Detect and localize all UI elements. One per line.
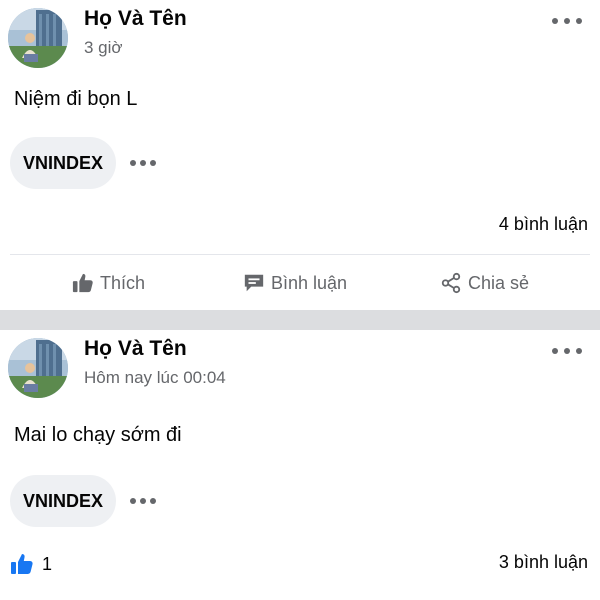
tag-row: VNINDEX <box>10 137 157 189</box>
post-text: Mai lo chạy sớm đi <box>14 424 182 446</box>
dot <box>150 498 157 504</box>
thumbs-up-icon <box>72 273 93 293</box>
dot <box>150 160 157 166</box>
comment-icon <box>244 274 264 292</box>
post: Họ Và Tên 3 giờ Niệm đi bọn L VNINDEX 4 … <box>0 0 600 310</box>
post-time[interactable]: Hôm nay lúc 00:04 <box>84 368 226 388</box>
dot <box>552 348 558 354</box>
divider <box>10 254 590 255</box>
ticker-tag[interactable]: VNINDEX <box>10 137 117 189</box>
like-label: Thích <box>100 272 146 293</box>
more-options-icon[interactable] <box>552 12 582 30</box>
avatar[interactable] <box>8 8 68 68</box>
like-button[interactable]: Thích <box>72 262 145 304</box>
dot <box>552 18 558 24</box>
post-stats: 4 bình luận <box>0 214 600 242</box>
dot <box>130 160 137 166</box>
post-stats: 1 3 bình luận <box>0 552 600 580</box>
author-name[interactable]: Họ Và Tên <box>84 7 187 31</box>
reaction-summary[interactable]: 1 <box>10 552 52 576</box>
news-feed: Họ Và Tên 3 giờ Niệm đi bọn L VNINDEX 4 … <box>0 0 600 600</box>
action-bar: Thích Bình luận Chia sẻ <box>0 262 600 304</box>
author-name[interactable]: Họ Và Tên <box>84 337 187 361</box>
comment-count[interactable]: 4 bình luận <box>499 214 588 235</box>
post-time[interactable]: 3 giờ <box>84 38 123 58</box>
post: Họ Và Tên Hôm nay lúc 00:04 Mai lo chạy … <box>0 330 600 600</box>
post-header: Họ Và Tên Hôm nay lúc 00:04 <box>0 330 600 400</box>
more-options-icon[interactable] <box>552 342 582 360</box>
share-button[interactable]: Chia sẻ <box>440 262 529 304</box>
dot <box>140 160 147 166</box>
dot <box>576 348 582 354</box>
post-separator <box>0 310 600 330</box>
comment-button[interactable]: Bình luận <box>243 262 347 304</box>
share-label: Chia sẻ <box>468 272 530 293</box>
tag-more-icon[interactable] <box>130 496 157 506</box>
like-reaction-icon <box>11 554 33 574</box>
dot <box>130 498 137 504</box>
avatar-photo <box>8 8 68 68</box>
tag-more-icon[interactable] <box>130 158 157 168</box>
dot <box>576 18 582 24</box>
post-header: Họ Và Tên 3 giờ <box>0 0 600 70</box>
avatar-photo <box>8 338 68 398</box>
avatar[interactable] <box>8 338 68 398</box>
comment-label: Bình luận <box>271 272 348 293</box>
like-count: 1 <box>42 553 53 574</box>
share-icon <box>441 272 461 294</box>
dot <box>564 348 570 354</box>
post-text: Niệm đi bọn L <box>14 88 138 110</box>
ticker-tag[interactable]: VNINDEX <box>10 475 117 527</box>
tag-row: VNINDEX <box>10 475 157 527</box>
comment-count[interactable]: 3 bình luận <box>499 552 588 573</box>
dot <box>564 18 570 24</box>
dot <box>140 498 147 504</box>
